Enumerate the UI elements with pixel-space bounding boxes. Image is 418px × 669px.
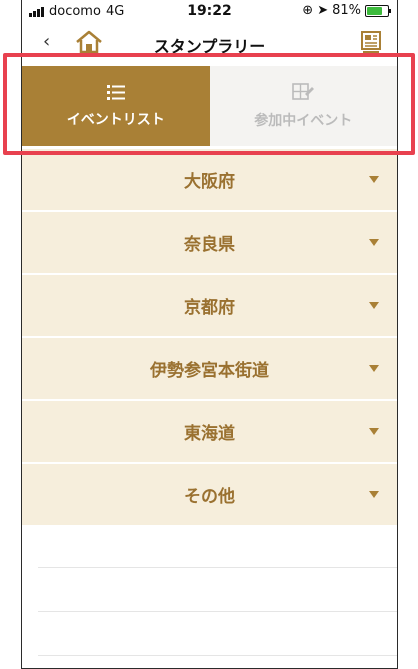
divider [38,567,397,568]
caret-down-icon [369,491,379,498]
news-icon [361,31,381,53]
location-icon: ➤ [317,3,329,18]
region-row-kyoto[interactable]: 京都府 [22,275,397,336]
region-label: 奈良県 [184,235,235,255]
region-row-osaka[interactable]: 大阪府 [22,149,397,210]
region-row-tokaido[interactable]: 東海道 [22,401,397,462]
region-label: 京都府 [184,298,235,318]
region-label: 大阪府 [184,172,235,192]
divider [38,611,397,612]
caret-down-icon [369,302,379,309]
divider [38,655,397,656]
region-label: 伊勢参宮本街道 [150,361,269,381]
orientation-lock-icon: ⊕ [302,3,314,18]
region-row-nara[interactable]: 奈良県 [22,212,397,273]
region-label: 東海道 [184,424,235,444]
battery-fill [367,6,382,15]
battery-percent: 81% [332,3,361,18]
caret-down-icon [369,365,379,372]
news-button[interactable] [358,29,384,55]
battery-icon [365,4,391,17]
caret-down-icon [369,176,379,183]
caret-down-icon [369,428,379,435]
region-row-other[interactable]: その他 [22,464,397,525]
highlight-box [3,53,415,155]
status-bar: docomo 4G 19:22 ⊕ ➤ 81% [22,0,397,22]
status-right: ⊕ ➤ 81% [302,3,391,18]
region-list: 大阪府 奈良県 京都府 伊勢参宮本街道 東海道 その他 [22,149,397,527]
region-label: その他 [184,487,235,507]
region-row-ise[interactable]: 伊勢参宮本街道 [22,338,397,399]
caret-down-icon [369,239,379,246]
